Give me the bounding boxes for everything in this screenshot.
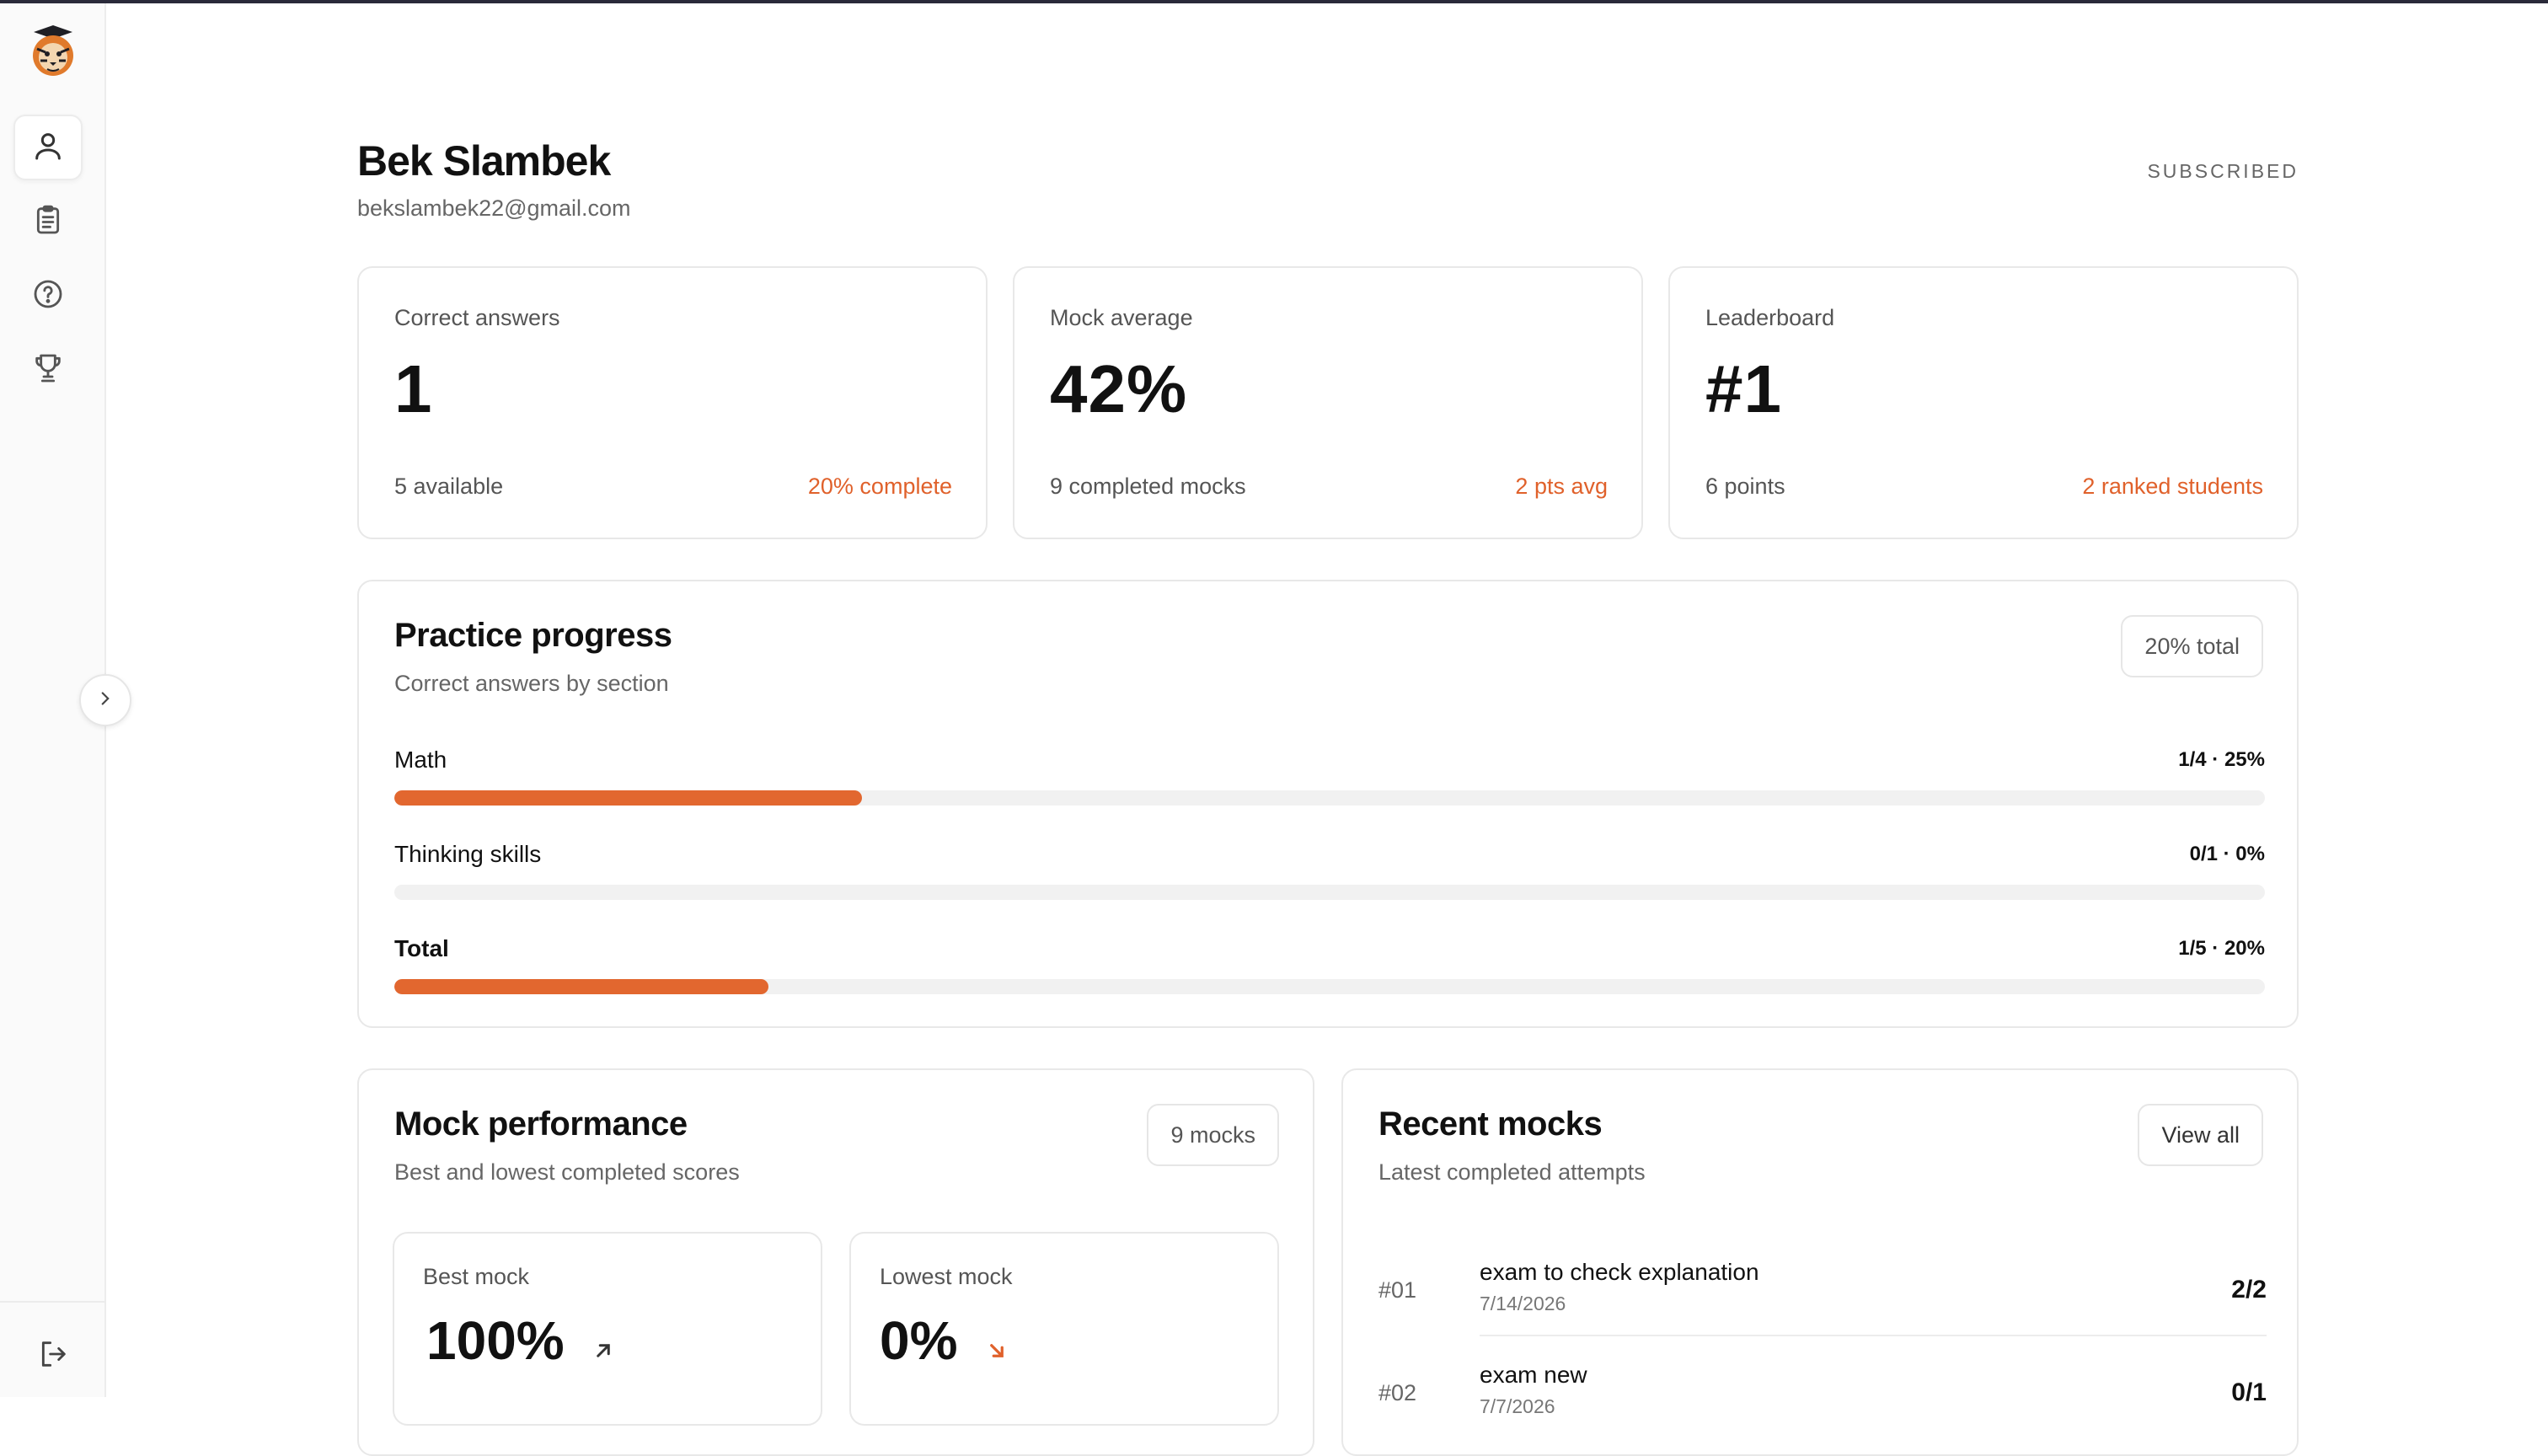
stat-sub: 6 points — [1705, 474, 1785, 499]
arrow-down-right-icon — [984, 1314, 1009, 1376]
progress-value: 1/5 · 20% — [2178, 937, 2265, 960]
mock-number: #01 — [1378, 1277, 1417, 1303]
progress-fill — [394, 979, 768, 994]
sidebar-expand-button[interactable] — [79, 674, 131, 726]
progress-label: Math — [394, 747, 447, 773]
arrow-up-right-icon — [591, 1314, 616, 1376]
subscription-status: SUBSCRIBED — [2147, 160, 2299, 182]
view-all-button[interactable]: View all — [2138, 1104, 2263, 1166]
practice-progress-card: Practice progress Correct answers by sec… — [357, 580, 2299, 1028]
logout-button[interactable] — [25, 1333, 81, 1378]
sidebar-divider — [0, 1301, 104, 1303]
nav-profile[interactable] — [13, 115, 83, 180]
stat-label: Correct answers — [394, 305, 560, 330]
profile-name: Bek Slambek — [357, 137, 611, 185]
progress-track — [394, 979, 2265, 994]
stat-value: 42% — [1050, 351, 1188, 426]
correct-answers-card: Correct answers 1 5 available 20% comple… — [357, 266, 988, 539]
lowest-mock-value: 0% — [880, 1310, 958, 1371]
mock-average-card: Mock average 42% 9 completed mocks 2 pts… — [1013, 266, 1643, 539]
progress-fill — [394, 790, 862, 806]
lowest-mock-label: Lowest mock — [880, 1264, 1013, 1289]
progress-label: Thinking skills — [394, 841, 542, 867]
logout-icon — [36, 1337, 70, 1375]
nav-mocks[interactable] — [13, 189, 83, 254]
profile-email: bekslambek22@gmail.com — [357, 195, 631, 221]
card-subtitle: Best and lowest completed scores — [394, 1159, 740, 1185]
best-mock-value: 100% — [426, 1310, 565, 1371]
help-circle-icon — [31, 277, 65, 315]
stat-label: Mock average — [1050, 305, 1193, 330]
stat-sub: 9 completed mocks — [1050, 474, 1246, 499]
mock-name: exam new — [1480, 1362, 1587, 1388]
progress-track — [394, 885, 2265, 900]
mock-score: 0/1 — [2231, 1378, 2267, 1406]
mock-name: exam to check explanation — [1480, 1259, 1759, 1285]
row-divider — [1480, 1335, 2267, 1336]
stat-value: 1 — [394, 351, 433, 426]
mock-number: #02 — [1378, 1380, 1417, 1405]
card-subtitle: Correct answers by section — [394, 671, 669, 696]
stat-label: Leaderboard — [1705, 305, 1835, 330]
card-title: Practice progress — [394, 617, 672, 654]
stat-accent: 2 pts avg — [1515, 474, 1608, 499]
list-item[interactable]: #02 exam new 7/7/2026 0/1 — [1378, 1346, 2267, 1439]
top-border — [0, 0, 2548, 3]
mocks-count-badge: 9 mocks — [1147, 1104, 1279, 1166]
progress-value: 1/4 · 25% — [2178, 748, 2265, 771]
stat-sub: 5 available — [394, 474, 504, 499]
progress-track — [394, 790, 2265, 806]
best-mock-value-wrap: 100% — [426, 1309, 616, 1376]
progress-value: 0/1 · 0% — [2189, 843, 2265, 865]
mock-date: 7/7/2026 — [1480, 1395, 1555, 1417]
card-title: Recent mocks — [1378, 1105, 1603, 1143]
progress-label: Total — [394, 935, 449, 961]
stat-value: #1 — [1705, 351, 1782, 426]
card-title: Mock performance — [394, 1105, 688, 1143]
recent-mocks-card: Recent mocks Latest completed attempts V… — [1341, 1068, 2299, 1456]
user-icon — [31, 129, 65, 167]
clipboard-icon — [31, 203, 65, 241]
nav-leaderboard[interactable] — [13, 337, 83, 403]
nav-help[interactable] — [13, 263, 83, 329]
trophy-icon — [31, 351, 65, 389]
lowest-mock-value-wrap: 0% — [880, 1309, 1009, 1376]
mock-date: 7/14/2026 — [1480, 1293, 1566, 1314]
leaderboard-card: Leaderboard #1 6 points 2 ranked student… — [1668, 266, 2299, 539]
chevron-right-icon — [94, 688, 116, 714]
list-item[interactable]: #01 exam to check explanation 7/14/2026 … — [1378, 1244, 2267, 1336]
tiger-logo[interactable] — [25, 24, 81, 79]
mock-score: 2/2 — [2231, 1276, 2267, 1303]
stat-accent: 2 ranked students — [2082, 474, 2263, 499]
card-subtitle: Latest completed attempts — [1378, 1159, 1646, 1185]
best-mock-label: Best mock — [423, 1264, 530, 1289]
total-badge: 20% total — [2121, 615, 2263, 677]
stat-accent: 20% complete — [807, 474, 952, 499]
